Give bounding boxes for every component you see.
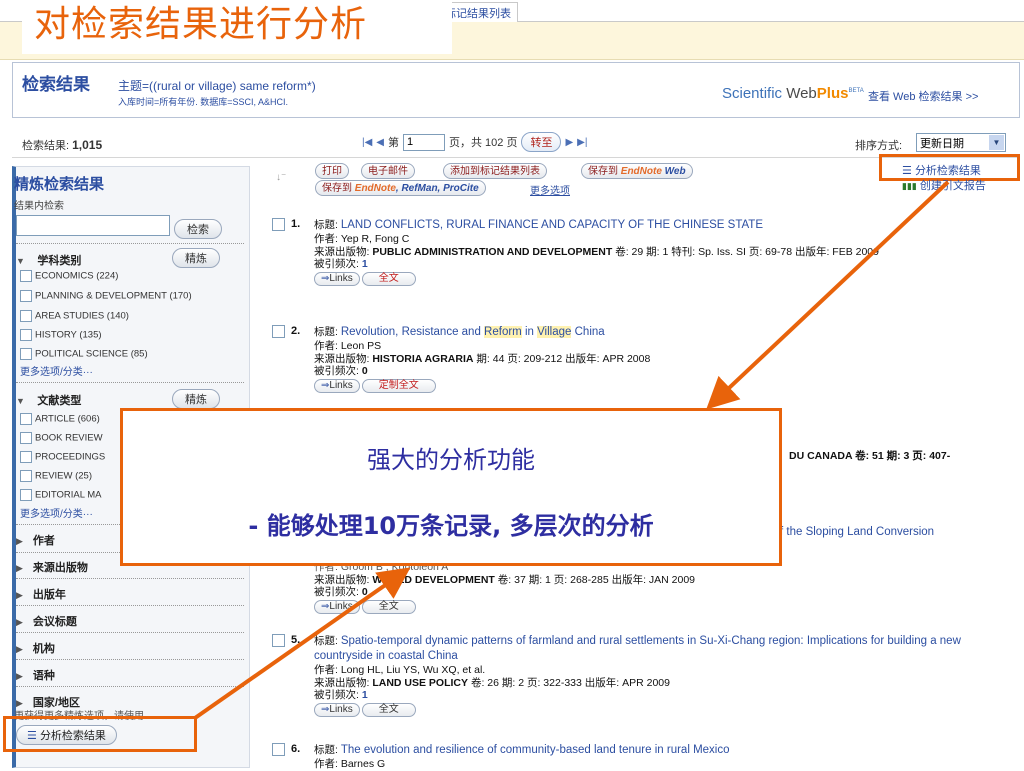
- annotation-arrows: [193, 180, 950, 720]
- arrow-to-callout-from-sidebar: [193, 567, 411, 720]
- arrow-to-callout-from-top: [706, 180, 950, 410]
